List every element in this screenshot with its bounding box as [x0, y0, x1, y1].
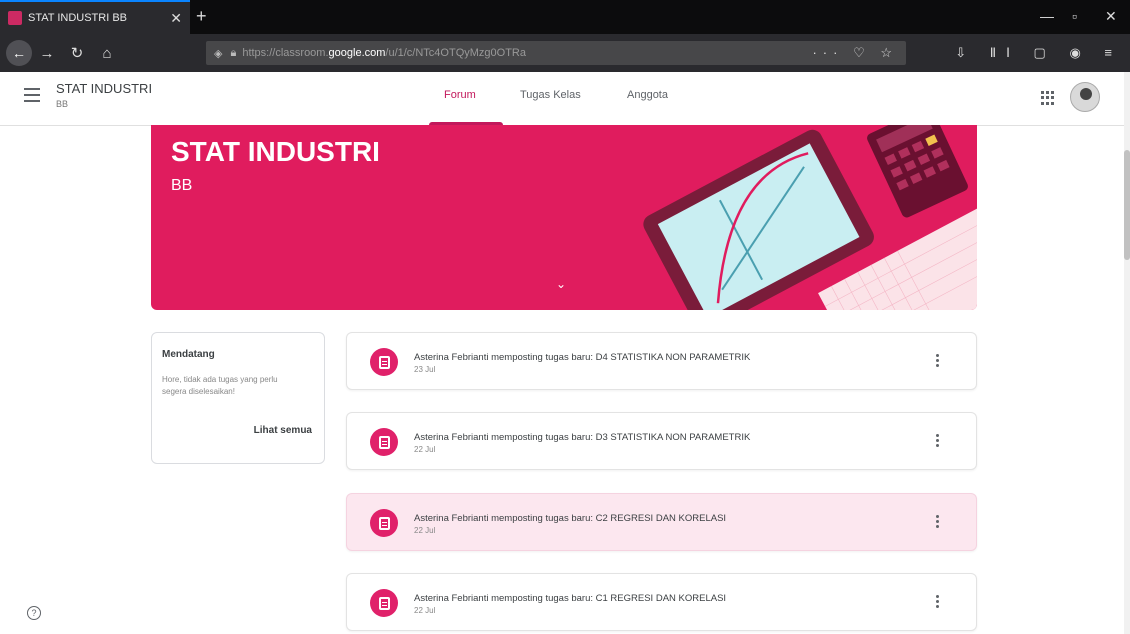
assignment-icon — [370, 509, 398, 537]
more-options-icon[interactable] — [936, 515, 940, 529]
url-path: /u/1/c/NTc4OTQyMzg0OTRa — [385, 47, 526, 59]
reload-icon[interactable]: ↻ — [62, 44, 92, 62]
back-icon[interactable]: ← — [6, 40, 32, 66]
shield-icon: ◈ — [214, 47, 223, 60]
stream-post[interactable]: Asterina Febrianti memposting tugas baru… — [346, 412, 977, 470]
upcoming-title: Mendatang — [162, 349, 215, 360]
upcoming-card: Mendatang Hore, tidak ada tugas yang per… — [151, 332, 325, 464]
help-icon[interactable]: ? — [27, 606, 41, 620]
post-text: Asterina Febrianti memposting tugas baru… — [414, 513, 727, 524]
browser-tab[interactable]: STAT INDUSTRI BB ✕ — [0, 0, 190, 34]
new-tab-button[interactable]: + — [196, 6, 207, 26]
more-options-icon[interactable] — [936, 434, 940, 448]
google-apps-icon[interactable] — [1041, 91, 1055, 105]
minimize-icon[interactable]: — — [1040, 8, 1054, 24]
classroom-favicon-icon — [8, 11, 22, 25]
upcoming-text: Hore, tidak ada tugas yang perlu segera … — [162, 375, 278, 396]
more-options-icon[interactable] — [936, 354, 940, 368]
stream-post[interactable]: Asterina Febrianti memposting tugas baru… — [346, 332, 977, 390]
assignment-icon — [370, 428, 398, 456]
banner-title: STAT INDUSTRI — [171, 136, 380, 167]
close-tab-icon[interactable]: ✕ — [170, 10, 182, 27]
post-date: 22 Jul — [414, 606, 436, 615]
browser-tab-bar: STAT INDUSTRI BB ✕ + — ▫ ✕ — [0, 0, 1130, 34]
assignment-icon — [370, 348, 398, 376]
close-window-icon[interactable]: ✕ — [1105, 8, 1117, 25]
class-tabs: Forum Tugas Kelas Anggota — [0, 72, 1124, 126]
class-banner: STAT INDUSTRI BB ⌄ — [151, 125, 977, 310]
tab-title: STAT INDUSTRI BB — [28, 12, 128, 24]
lock-icon: 🔒︎ — [230, 46, 237, 59]
avatar[interactable] — [1070, 82, 1100, 112]
post-date: 22 Jul — [414, 526, 436, 535]
post-date: 22 Jul — [414, 445, 436, 454]
tab-forum[interactable]: Forum — [444, 89, 476, 101]
more-options-icon[interactable] — [936, 595, 940, 609]
stream-post[interactable]: Asterina Febrianti memposting tugas baru… — [346, 573, 977, 631]
chevron-down-icon[interactable]: ⌄ — [556, 277, 566, 291]
tab-anggota[interactable]: Anggota — [627, 89, 668, 101]
banner-illustration-icon — [643, 125, 977, 310]
url-prefix: https://classroom. — [242, 47, 329, 59]
url-host: google.com — [328, 47, 386, 59]
tab-tugas-kelas[interactable]: Tugas Kelas — [520, 89, 581, 101]
post-text: Asterina Febrianti memposting tugas baru… — [414, 352, 751, 363]
banner-subtitle: BB — [171, 177, 193, 194]
url-actions[interactable]: ··· ♡ ☆ — [812, 45, 898, 61]
browser-toolbar-icons[interactable]: ⇩ ⅡⅠ ▢ ◉ ≡ — [955, 45, 1122, 61]
post-text: Asterina Febrianti memposting tugas baru… — [414, 432, 751, 443]
assignment-icon — [370, 589, 398, 617]
maximize-icon[interactable]: ▫ — [1072, 8, 1077, 24]
post-date: 23 Jul — [414, 365, 436, 374]
stream-post[interactable]: Asterina Febrianti memposting tugas baru… — [346, 493, 977, 551]
view-all-link[interactable]: Lihat semua — [254, 425, 312, 436]
forward-icon[interactable]: → — [32, 45, 62, 62]
home-icon[interactable]: ⌂ — [92, 45, 122, 62]
classroom-header: STAT INDUSTRI BB Forum Tugas Kelas Anggo… — [0, 72, 1124, 126]
address-bar[interactable]: ◈ 🔒︎ https://classroom. google.com /u/1/… — [206, 41, 906, 65]
post-text: Asterina Febrianti memposting tugas baru… — [414, 593, 727, 604]
scrollbar-thumb[interactable] — [1124, 150, 1130, 260]
